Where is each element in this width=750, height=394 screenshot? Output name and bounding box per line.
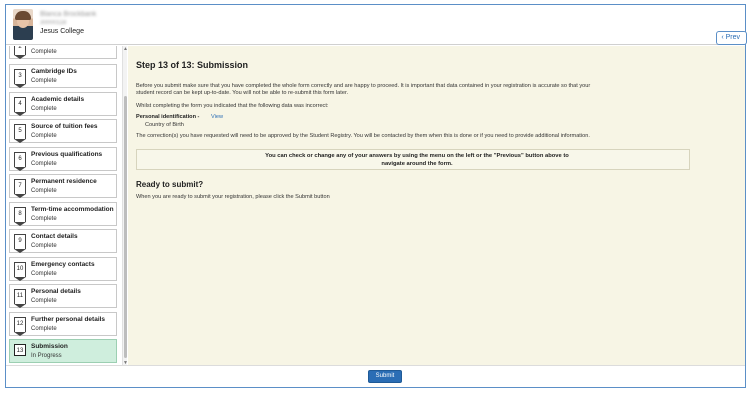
notice-line-1: You can check or change any of your answ…	[265, 153, 569, 159]
step-status: Complete	[31, 133, 57, 139]
notice-text: You can check or change any of your answ…	[227, 153, 607, 168]
approval-text: The correction(s) you have requested wil…	[136, 133, 590, 139]
step-number-badge: 4	[14, 97, 26, 116]
avatar	[13, 9, 33, 40]
sidebar-step-11[interactable]: 11 Personal details Complete	[9, 284, 117, 308]
sidebar-step-4[interactable]: 4 Academic details Complete	[9, 92, 117, 116]
main-content: Step 13 of 13: Submission Before you sub…	[128, 46, 745, 365]
step-status: Complete	[31, 78, 57, 84]
sidebar-step-6[interactable]: 6 Previous qualifications Complete	[9, 147, 117, 171]
notice-line-2: navigate around the form.	[381, 160, 453, 167]
step-status: Complete	[31, 188, 57, 194]
step-title: Term-time accommodation	[31, 206, 114, 213]
step-number-badge: 13	[14, 344, 26, 356]
ready-text: When you are ready to submit your regist…	[136, 194, 330, 200]
step-number-badge: 12	[14, 317, 26, 336]
view-link[interactable]: View	[211, 114, 223, 120]
incorrect-item: Country of Birth	[145, 122, 184, 128]
step-status: In Progress	[31, 353, 62, 359]
step-status: Complete	[31, 271, 57, 277]
step-title: Academic details	[31, 96, 85, 103]
previous-button-label: Prev	[725, 34, 740, 41]
page-title: Step 13 of 13: Submission	[136, 60, 249, 70]
step-status: Complete	[31, 298, 57, 304]
step-status: Complete	[31, 216, 57, 222]
sidebar-step-9[interactable]: 9 Contact details Complete	[9, 229, 117, 253]
app-window: Blanca Brockbank 30000118 Jesus College …	[5, 4, 747, 388]
intro-text-line-2: student record can be kept up-to-date. Y…	[136, 90, 349, 96]
step-title: Further personal details	[31, 316, 106, 323]
sidebar-step-3[interactable]: 3 Cambridge IDs Complete	[9, 64, 117, 88]
step-number-badge: 3	[14, 69, 26, 88]
step-title: Submission	[31, 343, 68, 350]
step-navigation: 2 Complete 3 Cambridge IDs Complete 4 Ac…	[6, 46, 122, 365]
step-status: Complete	[31, 243, 57, 249]
sidebar-step-12[interactable]: 12 Further personal details Complete	[9, 312, 117, 336]
sidebar-step-8[interactable]: 8 Term-time accommodation Complete	[9, 202, 117, 226]
college-name: Jesus College	[40, 28, 84, 35]
navigation-notice: You can check or change any of your answ…	[136, 149, 690, 170]
user-name: Blanca Brockbank	[40, 11, 97, 18]
step-status: Complete	[31, 49, 57, 55]
step-status: Complete	[31, 161, 57, 167]
step-title: Cambridge IDs	[31, 68, 77, 75]
header-bar: Blanca Brockbank 30000118 Jesus College …	[6, 5, 747, 45]
step-number-badge: 8	[14, 207, 26, 226]
sidebar-step-5[interactable]: 5 Source of tuition fees Complete	[9, 119, 117, 143]
sidebar-step-13[interactable]: 13 Submission In Progress	[9, 339, 117, 363]
sidebar-scrollbar[interactable]: ▲ ▼	[122, 46, 128, 366]
step-title: Previous qualifications	[31, 151, 103, 158]
step-title: Emergency contacts	[31, 261, 95, 268]
submit-button[interactable]: Submit	[368, 370, 402, 383]
previous-button[interactable]: ‹ Prev	[716, 31, 747, 45]
step-status: Complete	[31, 326, 57, 332]
sidebar-step-10[interactable]: 10 Emergency contacts Complete	[9, 257, 117, 281]
step-number-badge: 7	[14, 179, 26, 198]
sidebar-step-7[interactable]: 7 Permanent residence Complete	[9, 174, 117, 198]
step-number-badge: 2	[14, 46, 26, 59]
ready-heading: Ready to submit?	[136, 180, 204, 189]
step-number-badge: 11	[14, 289, 26, 308]
sidebar-step-2[interactable]: 2 Complete	[9, 46, 117, 59]
step-title: Source of tuition fees	[31, 123, 98, 130]
personal-identification-label: Personal identification -	[136, 114, 200, 120]
step-number-badge: 6	[14, 152, 26, 171]
step-title: Personal details	[31, 288, 81, 295]
step-number-badge: 5	[14, 124, 26, 143]
incorrect-data-intro: Whilst completing the form you indicated…	[136, 103, 329, 109]
scrollbar-thumb[interactable]	[124, 96, 127, 358]
step-status: Complete	[31, 106, 57, 112]
step-number-badge: 9	[14, 234, 26, 253]
step-title: Contact details	[31, 233, 78, 240]
step-title: Permanent residence	[31, 178, 97, 185]
step-number-badge: 10	[14, 262, 26, 281]
footer-bar: Submit	[6, 365, 745, 387]
user-id: 30000118	[40, 20, 67, 26]
scroll-up-icon[interactable]: ▲	[123, 46, 128, 52]
